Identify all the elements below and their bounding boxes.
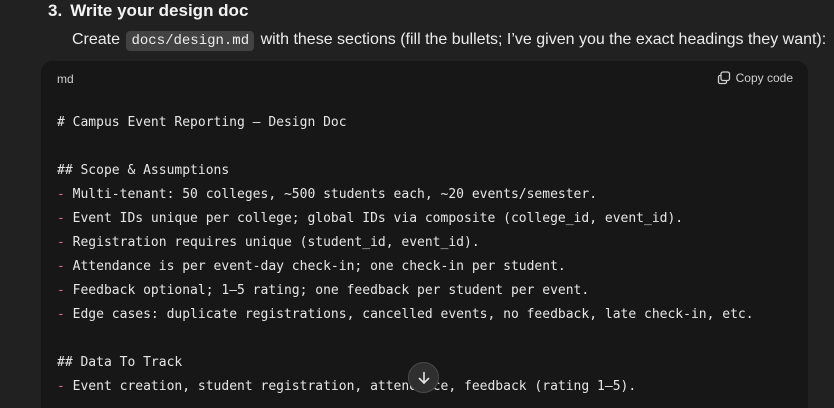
code-line: - Edge cases: duplicate registrations, c… bbox=[57, 303, 754, 327]
code-content: # Campus Event Reporting – Design Doc ## … bbox=[57, 111, 754, 399]
step-title: Write your design doc bbox=[70, 1, 249, 20]
list-marker: - bbox=[57, 379, 65, 394]
list-marker: - bbox=[57, 259, 65, 274]
code-line-text: # Campus Event Reporting – Design Doc bbox=[57, 115, 347, 130]
code-line: - Event creation, student registration, … bbox=[57, 375, 754, 399]
code-line: # Campus Event Reporting – Design Doc bbox=[57, 111, 754, 135]
copy-code-button[interactable]: Copy code bbox=[717, 71, 793, 85]
intro-paragraph: Create docs/design.md with these section… bbox=[72, 29, 826, 52]
code-block: md Copy code # Campus Event Reporting – … bbox=[41, 61, 808, 408]
step-number: 3. bbox=[48, 1, 63, 20]
code-line-text: Feedback optional; 1–5 rating; one feedb… bbox=[64, 283, 590, 298]
code-line-text: Event IDs unique per college; global IDs… bbox=[64, 211, 684, 226]
code-line: - Feedback optional; 1–5 rating; one fee… bbox=[57, 279, 754, 303]
copy-code-label: Copy code bbox=[735, 71, 793, 85]
code-line: ## Data To Track bbox=[57, 351, 754, 375]
code-line: - Multi-tenant: 50 colleges, ~500 studen… bbox=[57, 183, 754, 207]
chat-page: 3. Write your design doc Create docs/desi… bbox=[0, 0, 834, 408]
list-marker: - bbox=[57, 307, 65, 322]
intro-text-after: with these sections (fill the bullets; I… bbox=[260, 31, 827, 48]
list-marker: - bbox=[57, 211, 65, 226]
code-line: - Attendance is per event-day check-in; … bbox=[57, 255, 754, 279]
code-line-text: Edge cases: duplicate registrations, can… bbox=[64, 307, 754, 322]
code-line: - Event IDs unique per college; global I… bbox=[57, 207, 754, 231]
code-line-text: Event creation, student registration, at… bbox=[64, 379, 637, 394]
code-line-text: Registration requires unique (student_id… bbox=[64, 235, 480, 250]
code-language-label: md bbox=[57, 72, 74, 86]
list-marker: - bbox=[57, 187, 65, 202]
inline-code-path: docs/design.md bbox=[126, 31, 255, 51]
list-marker: - bbox=[57, 235, 65, 250]
code-line-text: Attendance is per event-day check-in; on… bbox=[64, 259, 566, 274]
copy-icon bbox=[717, 71, 730, 85]
step-heading: 3. Write your design doc bbox=[48, 0, 248, 22]
list-marker: - bbox=[57, 283, 65, 298]
code-line: ## Scope & Assumptions bbox=[57, 159, 754, 183]
arrow-down-icon bbox=[418, 371, 429, 384]
scroll-to-bottom-button[interactable] bbox=[408, 362, 439, 393]
intro-text-before: Create bbox=[72, 31, 121, 48]
code-line-text: ## Data To Track bbox=[57, 355, 183, 370]
code-line: - Registration requires unique (student_… bbox=[57, 231, 754, 255]
code-line-text: ## Scope & Assumptions bbox=[57, 163, 230, 178]
code-block-header: md Copy code bbox=[41, 61, 808, 99]
code-line-text: Multi-tenant: 50 colleges, ~500 students… bbox=[64, 187, 598, 202]
